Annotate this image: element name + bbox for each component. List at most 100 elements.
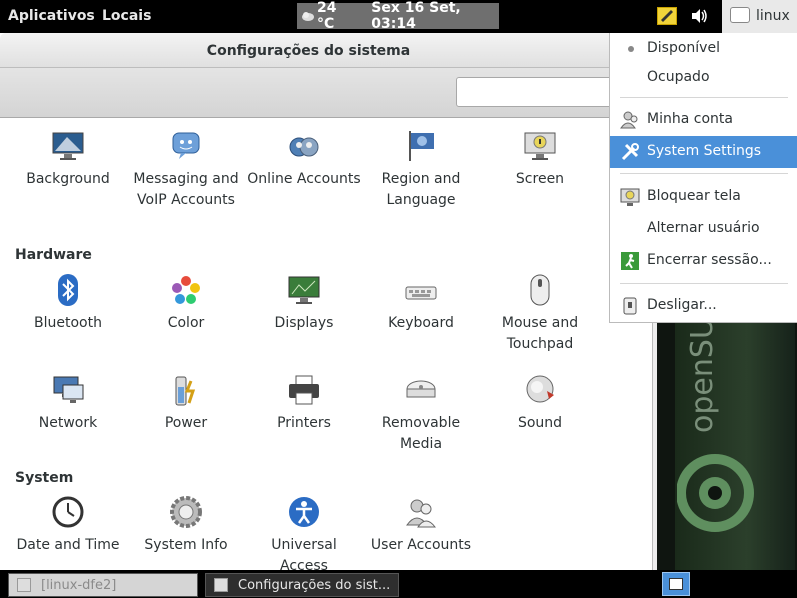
menu-item-system-settings[interactable]: System Settings (610, 136, 797, 168)
settings-item-printers[interactable]: Printers (246, 373, 362, 434)
online-accounts-icon (287, 129, 321, 163)
wallpaper-brand: openSUSE (685, 323, 720, 433)
gear-icon (169, 495, 203, 529)
menu-item-busy[interactable]: Ocupado (610, 62, 797, 94)
settings-item-displays[interactable]: Displays (246, 273, 362, 334)
menu-item-label: Bloquear tela (647, 188, 741, 204)
chameleon-logo-icon (677, 454, 754, 532)
menu-separator (620, 283, 788, 284)
lock-screen-icon (620, 187, 640, 207)
menu-item-lock-screen[interactable]: Bloquear tela (610, 181, 797, 213)
taskbar-item-label: [linux-dfe2] (41, 578, 117, 593)
settings-item-label: Universal Access (271, 537, 337, 570)
screen-lock-icon (523, 129, 557, 163)
printer-icon (287, 373, 321, 407)
sound-icon (523, 373, 557, 407)
settings-item-universal-access[interactable]: Universal Access (246, 495, 362, 570)
chat-status-icon (730, 7, 750, 23)
menu-item-switch-user[interactable]: Alternar usuário (610, 213, 797, 245)
bluetooth-icon (51, 273, 85, 307)
settings-item-online-accounts[interactable]: Online Accounts (246, 129, 362, 190)
settings-item-messaging[interactable]: Messaging and VoIP Accounts (128, 129, 244, 211)
window-toolbar (0, 68, 657, 118)
settings-window: Configurações do sistema Background Mess… (0, 33, 657, 570)
users-icon (404, 495, 438, 529)
section-heading-hardware: Hardware (15, 247, 92, 263)
menu-item-label: Minha conta (647, 111, 733, 127)
settings-item-system-info[interactable]: System Info (128, 495, 244, 556)
displays-icon (287, 273, 321, 307)
settings-item-label: Keyboard (388, 315, 454, 331)
settings-item-bluetooth[interactable]: Bluetooth (10, 273, 126, 334)
settings-item-date-time[interactable]: Date and Time (10, 495, 126, 556)
settings-item-region[interactable]: Region and Language (363, 129, 479, 211)
keyboard-icon (404, 273, 438, 307)
menu-separator (620, 97, 788, 98)
settings-item-label: Background (26, 171, 110, 187)
settings-item-user-accounts[interactable]: User Accounts (363, 495, 479, 556)
settings-item-label: Mouse and Touchpad (501, 315, 579, 352)
workspace-switcher[interactable] (662, 572, 690, 596)
settings-item-label: Removable Media (381, 415, 461, 452)
taskbar-item-settings[interactable]: Configurações do sist... (205, 573, 399, 597)
weather-cloud-icon (301, 10, 315, 22)
user-name: linux (756, 8, 790, 24)
menu-separator (620, 173, 788, 174)
background-icon (51, 129, 85, 163)
settings-item-label: Color (167, 315, 205, 331)
menu-item-my-account[interactable]: Minha conta (610, 104, 797, 136)
settings-window-icon (214, 578, 228, 592)
settings-item-background[interactable]: Background (10, 129, 126, 190)
settings-item-label: System Info (144, 537, 228, 553)
clock-button[interactable]: 24 °C Sex 16 Set, 03:14 (297, 0, 499, 32)
settings-item-label: Sound (517, 415, 563, 431)
terminal-icon (17, 578, 31, 592)
menu-item-log-out[interactable]: Encerrar sessão... (610, 245, 797, 277)
user-status-menu: Disponível Ocupado Minha conta System Se… (609, 33, 797, 323)
settings-item-label: Online Accounts (247, 171, 361, 187)
top-panel: Aplicativos Locais 24 °C Sex 16 Set, 03:… (0, 0, 797, 33)
settings-grid: Background Messaging and VoIP Accounts O… (0, 119, 657, 570)
settings-item-label: Screen (515, 171, 565, 187)
weather-temperature: 24 °C (317, 0, 337, 32)
network-icon (51, 373, 85, 407)
menu-item-label: Desligar... (647, 297, 717, 313)
power-icon (169, 373, 203, 407)
window-titlebar[interactable]: Configurações do sistema (0, 33, 657, 68)
settings-item-power[interactable]: Power (128, 373, 244, 434)
settings-item-label: Printers (277, 415, 331, 431)
settings-item-network[interactable]: Network (10, 373, 126, 434)
settings-item-label: Messaging and VoIP Accounts (133, 171, 239, 208)
applications-menu[interactable]: Aplicativos (8, 8, 95, 24)
settings-item-screen[interactable]: Screen (482, 129, 598, 190)
clock-icon (51, 495, 85, 529)
account-icon (620, 110, 640, 130)
settings-item-label: Power (164, 415, 208, 431)
settings-item-label: User Accounts (370, 537, 472, 553)
workspace-window-icon (669, 578, 683, 590)
color-icon (169, 273, 203, 307)
menu-item-available[interactable]: Disponível (610, 33, 797, 65)
menu-item-label: System Settings (647, 143, 762, 159)
settings-item-label: Network (38, 415, 98, 431)
menu-item-power-off[interactable]: Desligar... (610, 290, 797, 322)
taskbar-item-terminal[interactable]: [linux-dfe2] (8, 573, 198, 597)
notes-icon[interactable] (657, 7, 677, 25)
tools-icon (620, 142, 640, 162)
settings-item-label: Displays (274, 315, 334, 331)
menu-item-label: Disponível (647, 40, 720, 56)
settings-item-color[interactable]: Color (128, 273, 244, 334)
section-heading-system: System (15, 470, 74, 486)
exit-icon (620, 251, 640, 271)
user-menu-button[interactable]: linux (722, 0, 797, 33)
settings-item-label: Date and Time (16, 537, 120, 553)
settings-item-removable-media[interactable]: Removable Media (363, 373, 479, 455)
accessibility-icon (287, 495, 321, 529)
settings-item-mouse[interactable]: Mouse and Touchpad (482, 273, 598, 355)
settings-item-keyboard[interactable]: Keyboard (363, 273, 479, 334)
places-menu[interactable]: Locais (102, 8, 151, 24)
removable-media-icon (404, 373, 438, 407)
volume-icon[interactable] (690, 8, 708, 24)
settings-item-sound[interactable]: Sound (482, 373, 598, 434)
menu-item-label: Ocupado (647, 69, 710, 85)
